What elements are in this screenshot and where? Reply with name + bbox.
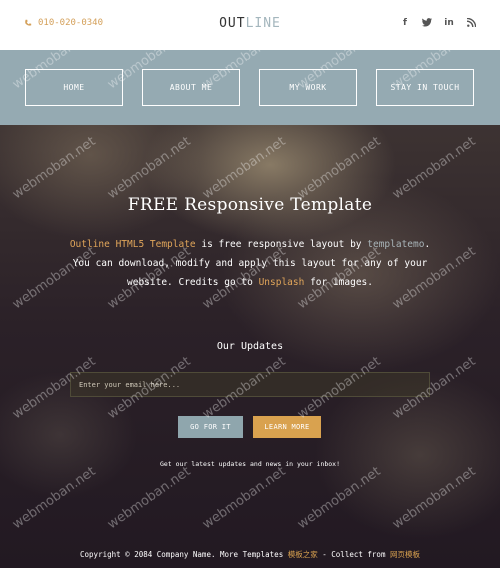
footer-text: - Collect from (317, 550, 390, 559)
learn-more-button[interactable]: LEARN MORE (253, 416, 321, 438)
hero-title: FREE Responsive Template (127, 195, 373, 215)
unsplash-link[interactable]: Unsplash (259, 277, 305, 288)
social-links: f in (400, 17, 476, 30)
logo-part-a: OUT (219, 16, 246, 31)
facebook-icon[interactable]: f (400, 18, 410, 30)
email-input[interactable] (70, 372, 430, 397)
footer-link-source[interactable]: 网页模板 (390, 550, 420, 559)
nav-my-work[interactable]: MY WORK (259, 69, 357, 106)
hero-section: FREE Responsive Template Outline HTML5 T… (0, 125, 500, 568)
templatemo-link[interactable]: templatemo (367, 239, 424, 250)
go-for-it-button[interactable]: GO FOR IT (178, 416, 243, 438)
logo-part-b: LINE (245, 16, 281, 31)
newsletter-note: Get our latest updates and news in your … (159, 460, 340, 468)
hero-description: Outline HTML5 Template is free responsiv… (60, 235, 440, 292)
twitter-icon[interactable] (422, 18, 432, 30)
nav-home[interactable]: HOME (25, 69, 123, 106)
nav-stay-in-touch[interactable]: STAY IN TOUCH (376, 69, 474, 106)
nav-about-me[interactable]: ABOUT ME (142, 69, 240, 106)
updates-title: Our Updates (216, 341, 284, 352)
footer-copyright: Copyright © 2084 Company Name. More Temp… (0, 549, 500, 560)
footer-text: Copyright © 2084 Company Name. More Temp… (80, 550, 288, 559)
linkedin-icon[interactable]: in (444, 18, 454, 30)
main-nav: HOME ABOUT ME MY WORK STAY IN TOUCH (0, 50, 500, 125)
rss-icon[interactable] (466, 17, 476, 30)
hero-text-segment: is free responsive layout by (195, 239, 368, 250)
footer-link-templates[interactable]: 模板之家 (288, 550, 318, 559)
hero-text-segment: for images. (304, 277, 373, 288)
top-header: 010-020-0340 OUTLINE f in (0, 0, 500, 50)
template-name-link[interactable]: Outline HTML5 Template (70, 239, 196, 250)
